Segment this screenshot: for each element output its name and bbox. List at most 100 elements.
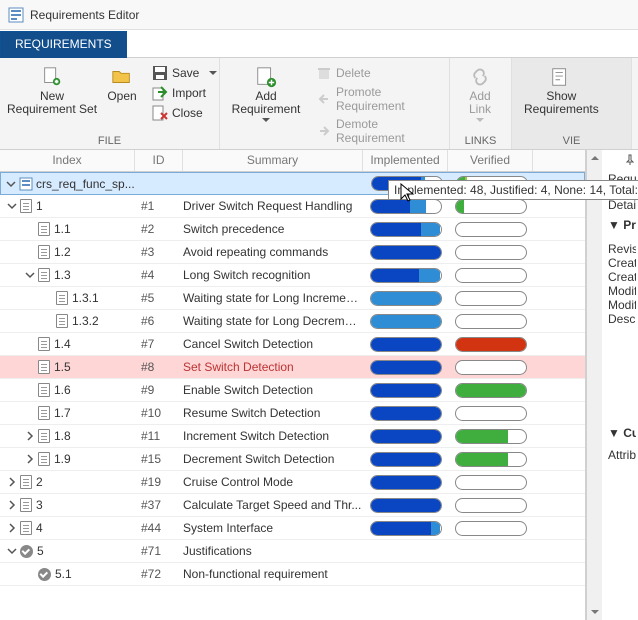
row-summary: Cancel Switch Detection: [183, 337, 363, 351]
row-id: #3: [135, 245, 183, 259]
header-implemented[interactable]: Implemented: [363, 150, 448, 171]
twisty-icon[interactable]: [6, 522, 18, 534]
twisty-icon[interactable]: [6, 476, 18, 488]
row-summary: Avoid repeating commands: [183, 245, 363, 259]
new-requirement-set-button[interactable]: New Requirement Set: [6, 62, 98, 120]
twisty-icon[interactable]: [6, 545, 18, 557]
close-button[interactable]: Close: [150, 104, 219, 122]
twisty-icon[interactable]: [24, 430, 36, 442]
verified-bar: [455, 383, 527, 398]
implemented-bar: [370, 452, 442, 467]
row-index: 1.9: [54, 452, 71, 466]
document-icon: [38, 337, 50, 351]
twisty-icon[interactable]: [24, 269, 36, 281]
table-row[interactable]: 1.2 #3Avoid repeating commands: [0, 241, 585, 264]
row-id: #15: [135, 452, 183, 466]
header-verified[interactable]: Verified: [448, 150, 533, 171]
row-id: #10: [135, 406, 183, 420]
row-id: #2: [135, 222, 183, 236]
implemented-bar: [370, 383, 442, 398]
header-index[interactable]: Index: [0, 150, 135, 171]
row-id: #9: [135, 383, 183, 397]
row-id: #19: [135, 475, 183, 489]
table-row[interactable]: 4#44System Interface: [0, 517, 585, 540]
tab-requirements[interactable]: REQUIREMENTS: [0, 31, 127, 58]
save-button[interactable]: Save: [150, 64, 219, 82]
app-icon: [8, 7, 24, 23]
dropdown-icon: [476, 118, 484, 123]
implementation-tooltip: Implemented: 48, Justified: 4, None: 14,…: [388, 180, 638, 200]
expand-all-twisty[interactable]: [5, 178, 17, 190]
show-requirements-button[interactable]: Show Requirements: [518, 62, 605, 120]
twisty-icon: [24, 223, 36, 235]
row-index: 1.4: [54, 337, 71, 351]
table-row[interactable]: 3#37Calculate Target Speed and Thr...: [0, 494, 585, 517]
dropdown-icon: [262, 118, 270, 123]
dropdown-icon: [209, 69, 217, 77]
implemented-bar: [370, 314, 442, 329]
table-row[interactable]: 2#19Cruise Control Mode: [0, 471, 585, 494]
close-label: Close: [172, 106, 203, 120]
heading-label: crs_req_func_sp...: [36, 177, 135, 191]
row-summary: Calculate Target Speed and Thr...: [183, 498, 363, 512]
row-summary: Waiting state for Long Decrement...: [183, 314, 363, 328]
scroll-up-button[interactable]: [587, 150, 602, 166]
import-button[interactable]: Import: [150, 84, 219, 102]
promote-icon: [316, 91, 332, 107]
table-row[interactable]: 5#71Justifications: [0, 540, 585, 563]
table-row[interactable]: 1.3#4Long Switch recognition: [0, 264, 585, 287]
twisty-icon[interactable]: [6, 200, 18, 212]
table-row[interactable]: 1.7#10Resume Switch Detection: [0, 402, 585, 425]
implemented-bar: [370, 337, 442, 352]
implemented-bar: [370, 429, 442, 444]
delete-icon: [316, 65, 332, 81]
table-row[interactable]: 1.4#7Cancel Switch Detection: [0, 333, 585, 356]
row-index: 1.2: [54, 245, 71, 259]
side-details[interactable]: Details: [608, 198, 636, 212]
title-bar: Requirements Editor: [0, 0, 638, 30]
table-row[interactable]: 1.1 #2Switch precedence: [0, 218, 585, 241]
side-modifiedby: Modifie: [608, 284, 636, 298]
side-createdby: Created: [608, 256, 636, 270]
row-summary: Increment Switch Detection: [183, 429, 363, 443]
twisty-icon[interactable]: [24, 453, 36, 465]
scroll-down-button[interactable]: [587, 604, 602, 620]
table-row[interactable]: 1.5#8Set Switch Detection: [0, 356, 585, 379]
implemented-bar: [370, 360, 442, 375]
close-file-icon: [152, 105, 168, 121]
row-id: #5: [135, 291, 183, 305]
side-properties-header[interactable]: ▼ Prop: [608, 218, 636, 232]
verified-bar: [455, 199, 527, 214]
header-summary[interactable]: Summary: [183, 150, 363, 171]
row-index: 1.1: [54, 222, 71, 236]
table-row[interactable]: 1.3.1#5Waiting state for Long Increment.…: [0, 287, 585, 310]
verified-bar: [455, 268, 527, 283]
vertical-scrollbar[interactable]: [586, 150, 602, 620]
table-row[interactable]: 1.6#9Enable Switch Detection: [0, 379, 585, 402]
table-row[interactable]: 1.3.2#6Waiting state for Long Decrement.…: [0, 310, 585, 333]
document-icon: [38, 429, 50, 443]
header-id[interactable]: ID: [135, 150, 183, 171]
side-custom-header[interactable]: ▼ Cus: [608, 426, 636, 440]
table-row[interactable]: 5.1#72Non-functional requirement: [0, 563, 585, 586]
new-file-icon: [41, 66, 63, 88]
row-summary: Justifications: [183, 544, 363, 558]
group-label-view: VIE: [518, 133, 625, 147]
add-requirement-button[interactable]: Add Requirement: [226, 62, 306, 127]
save-icon: [152, 65, 168, 81]
row-index: 1.3: [54, 268, 71, 282]
open-button[interactable]: Open: [102, 62, 142, 107]
open-folder-icon: [111, 66, 133, 88]
implemented-bar: [370, 521, 442, 536]
verified-bar: [455, 360, 527, 375]
twisty-icon[interactable]: [6, 499, 18, 511]
table-row[interactable]: 1.9#15Decrement Switch Detection: [0, 448, 585, 471]
document-icon: [20, 498, 32, 512]
row-summary: Switch precedence: [183, 222, 363, 236]
verified-bar: [455, 314, 527, 329]
table-row[interactable]: 1.8#11Increment Switch Detection: [0, 425, 585, 448]
row-summary: Set Switch Detection: [183, 360, 363, 374]
implemented-bar: [370, 498, 442, 513]
pin-icon[interactable]: [624, 154, 636, 166]
demote-label: Demote Requirement: [336, 117, 437, 145]
